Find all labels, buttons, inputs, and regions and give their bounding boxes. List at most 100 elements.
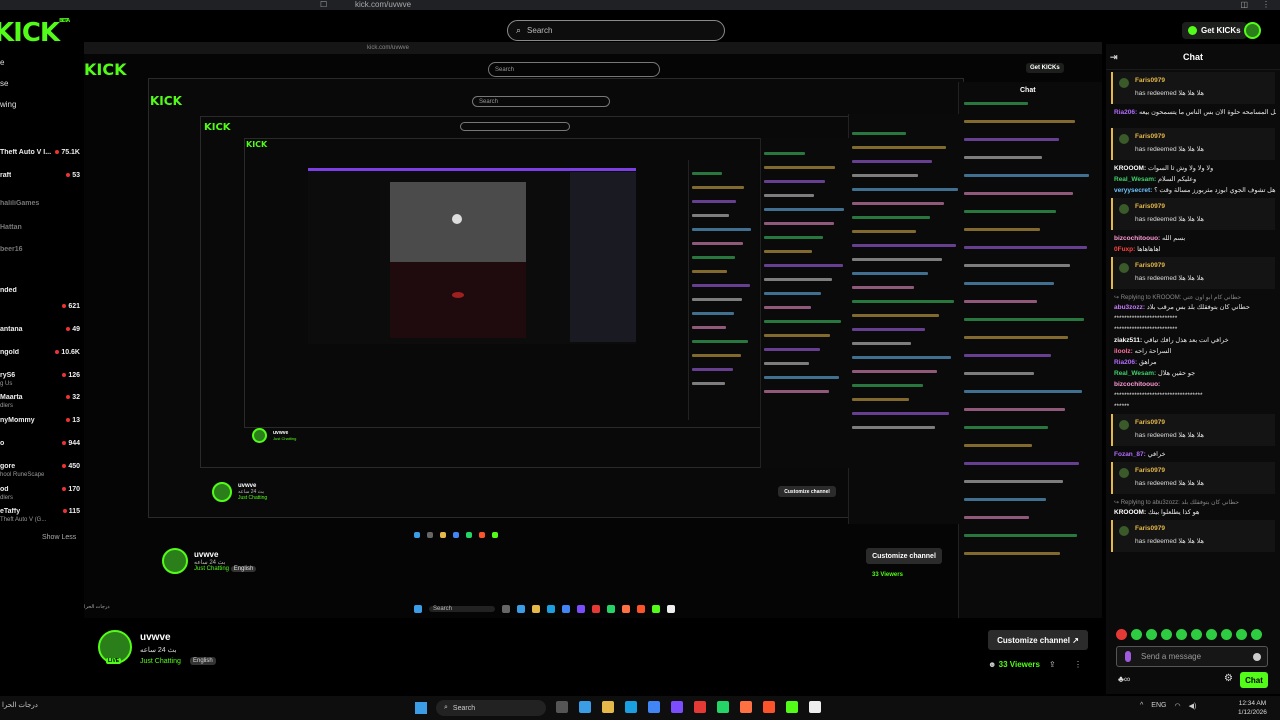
kick-logo[interactable]: KICKBETA [0,18,70,48]
emote-icon[interactable] [1176,628,1187,640]
chat-username[interactable]: bizcochitoouo: [1114,381,1160,388]
customize-channel-button[interactable]: Customize channel ↗ [988,630,1088,650]
address-bar[interactable]: kick.com/uvwve [355,0,411,10]
get-kicks-button[interactable]: Get KICKs [1182,22,1247,39]
show-less-button[interactable]: Show Less [42,534,76,541]
chat-username[interactable]: veryysecret: [1114,187,1152,194]
sidebar-channel[interactable]: Theft Auto V I... 75.1K [0,146,80,158]
mirror-chat-line [852,132,906,135]
mail-icon[interactable] [648,701,660,713]
taskbar-search[interactable]: ⌕ Search [436,700,546,716]
weather-widget[interactable]: درجات الحرا [2,701,38,709]
emote-icon[interactable] [1161,628,1172,640]
chat-username[interactable]: Real_Wesam: [1114,176,1156,183]
sidebar-nav-item[interactable]: wing [0,100,16,109]
sidebar-channel[interactable]: nyMommy 13 [0,414,80,426]
microphone-icon[interactable] [1125,651,1131,662]
system-clock[interactable]: 12:34 AM 1/12/2026 [1238,699,1267,717]
emote-icon[interactable] [1236,628,1247,640]
chat-username[interactable]: Faris0979 [1135,203,1165,210]
chat-message-input[interactable]: Send a message [1116,646,1268,667]
chat-username[interactable]: Faris0979 [1135,525,1165,532]
collapse-chat-icon[interactable]: ⇥ [1110,52,1118,63]
emote-icon[interactable] [1206,628,1217,640]
kick-app-icon[interactable] [786,701,798,713]
chat-username[interactable]: Faris0979 [1135,262,1165,269]
chat-username[interactable]: Real_Wesam: [1114,370,1156,377]
app-icon[interactable] [671,701,683,713]
emote-icon[interactable] [1131,628,1142,640]
send-chat-button[interactable]: Chat [1240,672,1268,688]
brave-icon[interactable] [763,701,775,713]
chat-username[interactable]: Faris0979 [1135,77,1165,84]
sidebar-channel[interactable]: antana 49 [0,323,80,335]
chat-username[interactable]: ziakz511: [1114,337,1142,344]
wifi-icon[interactable]: ◠ [1174,702,1180,710]
chat-username[interactable]: iloolz: [1114,348,1133,355]
whatsapp-icon[interactable] [717,701,729,713]
chat-username[interactable]: Ria206: [1114,359,1137,366]
profile-icon[interactable]: ◫ [1240,0,1248,10]
chat-message-text: اهاهاهاها [1135,246,1161,253]
sidebar-channel[interactable]: haliliGames [0,197,80,209]
task-view-icon[interactable] [556,701,568,713]
chat-username[interactable]: abu3zozz: [1114,304,1145,311]
sidebar-nav-item[interactable]: e [0,58,4,67]
app-icon[interactable] [694,701,706,713]
stream-video-player[interactable]: kick.com/uvwve KICK Search Get KICKs KIC… [84,42,1102,618]
chat-username[interactable]: Faris0979 [1135,133,1165,140]
volume-icon[interactable]: ◀) [1189,702,1197,710]
sidebar-channel[interactable]: od 170 [0,483,80,495]
mirror-chat-line [964,534,1077,537]
bookmark-icon[interactable]: ☐ [320,0,327,10]
sidebar-channel[interactable]: ryS6 126 [0,369,80,381]
chat-username[interactable]: KROOOM: [1114,165,1146,172]
chat-username[interactable]: KROOOM: [1114,509,1146,516]
share-icon[interactable]: ⇪ [1049,660,1056,669]
emote-icon[interactable] [1191,628,1202,640]
copilot-icon[interactable] [579,701,591,713]
chevron-up-icon[interactable]: ^ [1140,702,1143,710]
language-indicator[interactable]: ENG [1151,702,1166,710]
sidebar-channel[interactable]: ngold 10.6K [0,346,80,358]
streamer-username[interactable]: uvwve [140,632,171,643]
notepad-icon[interactable] [809,701,821,713]
sidebar-nav-item[interactable]: se [0,79,8,88]
mirror-chat-line [852,174,918,177]
chat-username[interactable]: Faris0979 [1135,419,1165,426]
emote-icon[interactable] [1221,628,1232,640]
mirror-chat-line [852,328,926,331]
stream-category[interactable]: Just Chatting [140,658,181,665]
chat-username[interactable]: Fozan_87: [1114,451,1146,458]
mirror-chat-line [964,282,1054,285]
sidebar-channel[interactable]: nded [0,284,80,296]
emote-icon[interactable] [1116,628,1127,640]
chat-username[interactable]: bizcochitoouo: [1114,235,1160,242]
points-icon[interactable]: ♣∞ [1118,674,1130,684]
windows-start-icon[interactable] [415,702,427,714]
more-options-icon[interactable]: ⋮ [1074,660,1082,669]
chat-username[interactable]: Faris0979 [1135,467,1165,474]
emoji-icon[interactable] [1253,653,1261,661]
mirror-chat-line [964,156,1043,159]
user-avatar[interactable] [1244,22,1261,39]
sidebar-channel[interactable]: o 944 [0,437,80,449]
edge-icon[interactable] [625,701,637,713]
sidebar-channel[interactable]: gore 450 [0,460,80,472]
file-explorer-icon[interactable] [602,701,614,713]
sidebar-channel[interactable]: Hattan [0,221,80,233]
emote-icon[interactable] [1146,628,1157,640]
chat-username[interactable]: 0Fuxp: [1114,246,1135,253]
app-icon[interactable] [740,701,752,713]
search-input[interactable]: ⌕ Search [507,20,725,41]
emote-icon[interactable] [1251,628,1262,640]
sidebar-channel[interactable]: eTaffy 115 [0,505,80,517]
chat-username[interactable]: Ria206: [1114,109,1137,116]
language-tag[interactable]: English [190,657,216,665]
menu-icon[interactable]: ⋮ [1262,0,1270,10]
sidebar-channel[interactable]: 621 [0,300,80,312]
sidebar-channel[interactable]: Maarta 32 [0,391,80,403]
gear-icon[interactable]: ⚙ [1224,673,1233,684]
sidebar-channel[interactable]: beer16 [0,243,80,255]
sidebar-channel[interactable]: raft 53 [0,169,80,181]
